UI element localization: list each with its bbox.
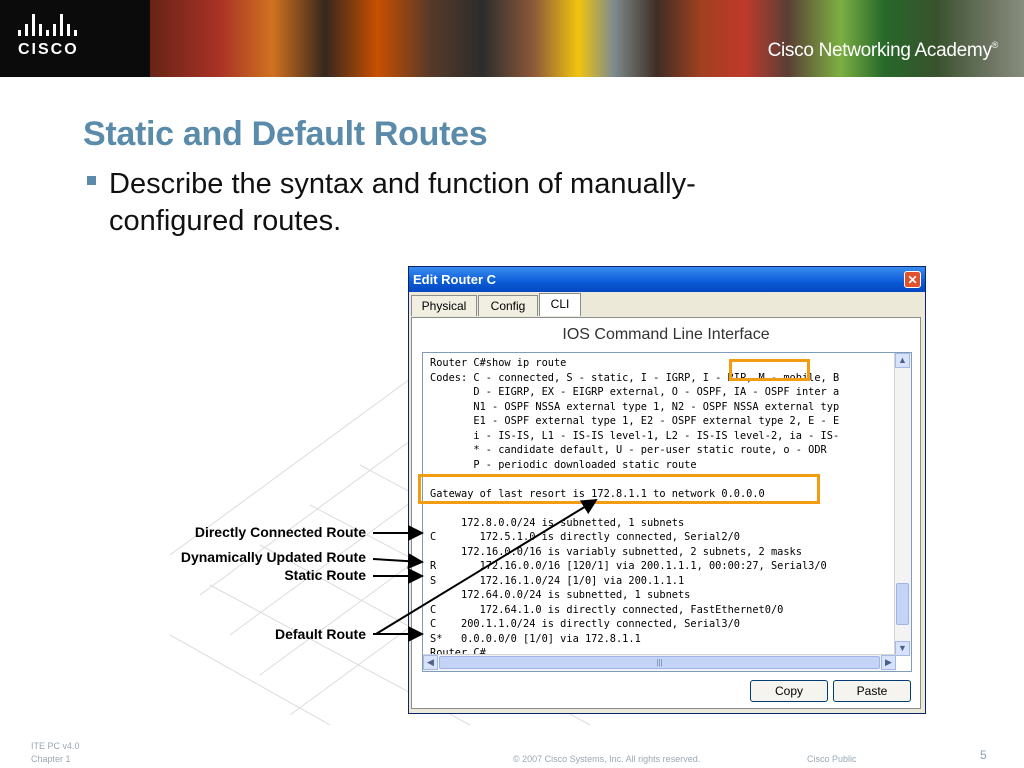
vertical-scrollbar[interactable]: ▲ ▼ [894,353,911,656]
scroll-down-icon[interactable]: ▼ [895,641,910,656]
terminal-line: N1 - OSPF NSSA external type 1, N2 - OSP… [430,400,840,413]
vertical-scroll-thumb[interactable] [896,583,909,625]
paste-button[interactable]: Paste [833,680,911,702]
cisco-logo-text: CISCO [18,41,79,58]
copy-button[interactable]: Copy [750,680,828,702]
page-number: 5 [980,748,987,762]
terminal-line: S 172.16.1.0/24 [1/0] via 200.1.1.1 [430,574,685,587]
terminal-text[interactable]: Router C#show ip route Codes: C - connect… [430,356,890,661]
gateway-of-last-resort-highlight [418,474,820,504]
rip-code-highlight [729,359,810,381]
terminal-line: D - EIGRP, EX - EIGRP external, O - OSPF… [430,386,840,398]
horizontal-scroll-thumb[interactable]: ||| [439,656,880,669]
scroll-up-icon[interactable]: ▲ [895,353,910,368]
terminal-line: i - IS-IS, L1 - IS-IS level-1, L2 - IS-I… [430,429,840,442]
terminal-line: S* 0.0.0.0/0 [1/0] via 172.8.1.1 [430,632,641,645]
panel-heading: IOS Command Line Interface [562,326,770,343]
terminal-line: C 172.64.1.0 is directly connected, Fast… [430,603,784,616]
slide-title: Static and Default Routes [83,115,488,153]
callout-static: Static Route [284,567,366,583]
tab-physical[interactable]: Physical [411,295,477,316]
cisco-logo-bars-icon [18,14,77,36]
footer-chapter: Chapter 1 [31,754,71,764]
callout-dynamically-updated: Dynamically Updated Route [180,549,366,565]
academy-title: Cisco Networking Academy® [767,40,999,62]
cli-panel: IOS Command Line Interface Router C#show… [411,317,921,709]
terminal-line: 172.16.0.0/16 is variably subnetted, 2 s… [430,545,802,558]
terminal-line: R 172.16.0.0/16 [120/1] via 200.1.1.1, 0… [430,560,827,572]
window-title: Edit Router C [413,272,497,287]
footer-copyright: © 2007 Cisco Systems, Inc. All rights re… [513,754,701,764]
terminal-line: 172.8.0.0/24 is subnetted, 1 subnets [430,516,685,529]
tab-config[interactable]: Config [478,295,538,316]
banner-shade [150,0,1024,77]
academy-text: Cisco Networking Academy [767,40,992,61]
footer-classification: Cisco Public [807,754,857,764]
terminal-line: P - periodic downloaded static route [430,458,697,471]
terminal-line: 172.64.0.0/24 is subnetted, 1 subnets [430,589,691,601]
window-titlebar[interactable]: Edit Router C ✕ [409,267,925,292]
terminal-line: E1 - OSPF external type 1, E2 - OSPF ext… [430,415,840,427]
bullet-point: Describe the syntax and function of manu… [87,166,827,240]
callout-default: Default Route [275,626,366,642]
bullet-square-icon [87,176,96,185]
terminal-line: * - candidate default, U - per-user stat… [430,444,827,456]
terminal-line: C 200.1.1.0/24 is directly connected, Se… [430,618,740,630]
cisco-logo: CISCO [18,14,118,64]
terminal-line: Router C#show ip route [430,357,567,369]
scroll-left-icon[interactable]: ◀ [423,655,438,670]
bullet-text: Describe the syntax and function of manu… [109,168,696,237]
close-icon[interactable]: ✕ [904,271,921,288]
tab-cli[interactable]: CLI [539,293,581,316]
terminal-output[interactable]: Router C#show ip route Codes: C - connect… [422,352,912,672]
terminal-line: Codes: C - connected, S - static, I - IG… [430,371,840,384]
terminal-line: C 172.5.1.0 is directly connected, Seria… [430,531,740,543]
callout-directly-connected: Directly Connected Route [194,524,366,540]
registered-mark: ® [991,40,999,50]
horizontal-scrollbar[interactable]: ◀ ||| ▶ [423,654,896,671]
scroll-right-icon[interactable]: ▶ [881,655,896,670]
footer-course: ITE PC v4.0 [31,741,80,751]
header-banner: CISCO Cisco Networking Academy® [0,0,1024,77]
